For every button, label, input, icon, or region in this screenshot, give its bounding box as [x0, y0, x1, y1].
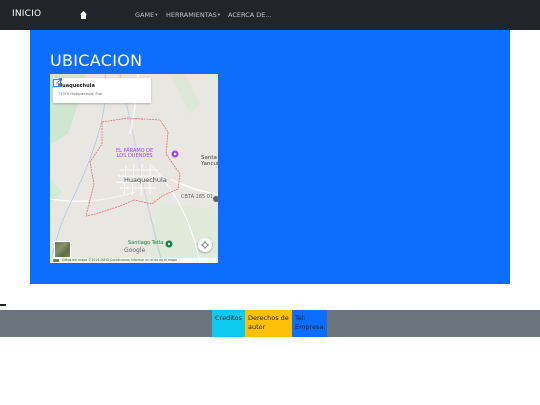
- nav-game-label: GAME: [135, 11, 155, 19]
- place-address: 74370 Huaquechula, Pue.: [58, 92, 104, 96]
- nav-dropdown-herramientas[interactable]: HERRAMIENTAS▾: [166, 11, 220, 19]
- map-label-santa: Santa Yancui: [201, 155, 218, 167]
- footer-creditos[interactable]: Creditos: [212, 310, 245, 337]
- nav-dropdown-game[interactable]: GAME▾: [135, 11, 157, 19]
- map-attribution[interactable]: Datos del mapa ©2026 INEGI Condiciones I…: [62, 258, 177, 263]
- keyboard-icon[interactable]: [53, 259, 59, 262]
- embedded-map[interactable]: Huaquechula 74370 Huaquechula, Pue. EL P…: [50, 74, 218, 263]
- crosshair-icon: [201, 241, 209, 249]
- map-label-town: Huaquechula: [124, 176, 167, 184]
- chevron-down-icon: ▾: [217, 12, 221, 18]
- top-navbar: INICIO GAME▾ HERRAMIENTAS▾ ACERCA DE...: [0, 0, 540, 30]
- brand-link-inicio[interactable]: INICIO: [12, 9, 41, 19]
- footer-tel[interactable]: Tel: Empresa:: [292, 310, 327, 337]
- map-label-paramo: EL PÁRAMO DE LOS DUENDES: [116, 148, 154, 160]
- map-attribution-bar: Datos del mapa ©2026 INEGI Condiciones I…: [50, 258, 218, 263]
- locate-button[interactable]: [198, 238, 212, 252]
- google-logo: Google: [124, 247, 146, 254]
- nav-herramientas-label: HERRAMIENTAS: [166, 11, 217, 19]
- satellite-toggle-button[interactable]: [54, 241, 71, 258]
- page-title: UBICACION: [50, 51, 143, 70]
- open-in-maps-icon[interactable]: [53, 78, 62, 87]
- place-pin-dot: [173, 152, 177, 156]
- divider-mark: [0, 304, 6, 306]
- place-pin-dot: [167, 242, 171, 246]
- place-name: Huaquechula: [58, 83, 95, 89]
- chevron-down-icon: ▾: [155, 12, 158, 18]
- home-icon[interactable]: [80, 11, 87, 19]
- place-info-card: Huaquechula 74370 Huaquechula, Pue.: [53, 78, 151, 103]
- map-label-cbta: CBTA 185 01: [181, 194, 214, 200]
- footer-derechos[interactable]: Derechos de autor: [245, 310, 292, 337]
- map-label-santiago: Santiago Tetla: [128, 240, 164, 246]
- nav-link-acerca-de[interactable]: ACERCA DE...: [228, 11, 272, 19]
